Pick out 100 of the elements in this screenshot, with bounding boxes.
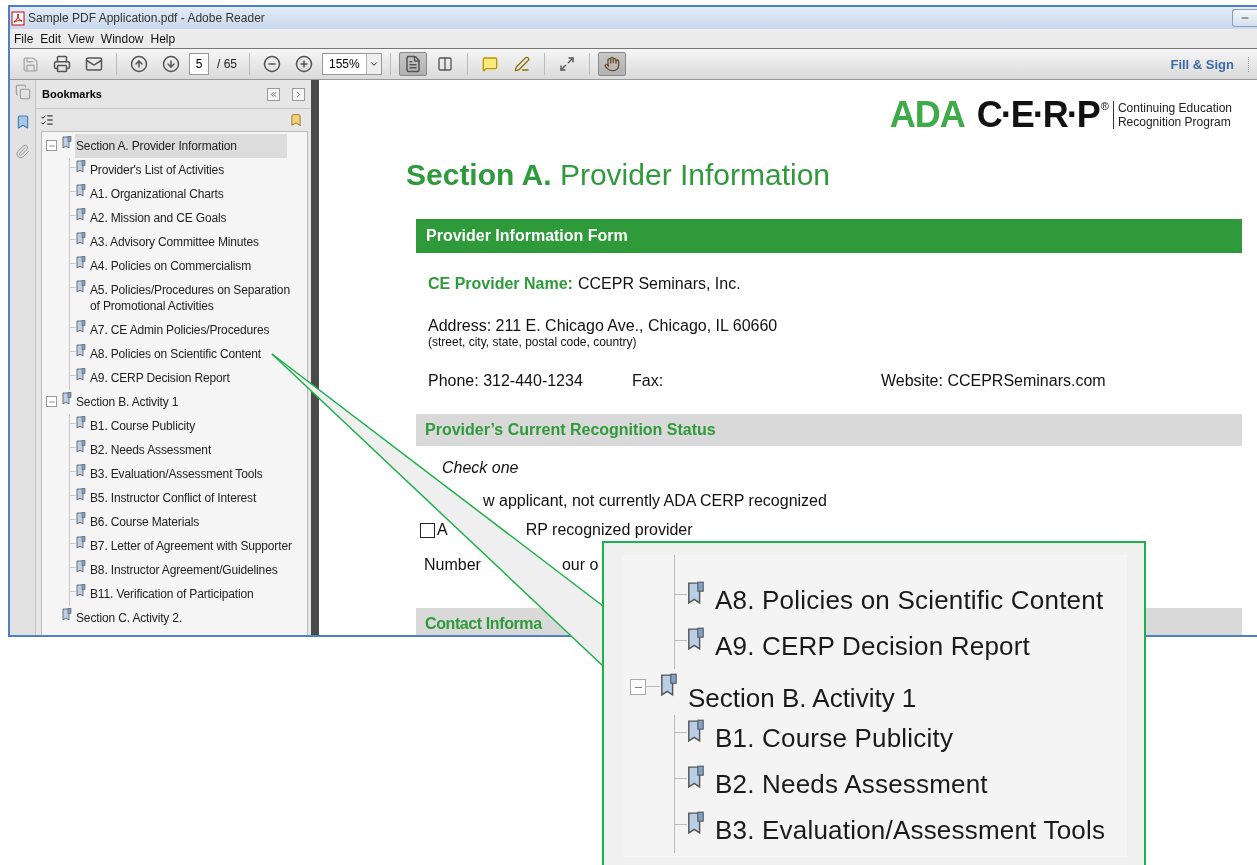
collapse-toggle[interactable] (46, 140, 57, 151)
bookmark-item[interactable]: A4. Policies on Commercialism (89, 254, 255, 278)
double-chevron-icon (269, 89, 278, 99)
page-icon (403, 55, 422, 73)
menu-item[interactable]: Window (98, 31, 149, 46)
bookmark-icon (687, 581, 705, 605)
bookmark-icon (76, 320, 86, 333)
bookmark-icon (76, 440, 86, 453)
bookmark-item[interactable]: B7. Letter of Agreement with Supporter (89, 534, 295, 558)
bookmark-item[interactable]: A1. Organizational Charts (89, 182, 227, 206)
bookmark-item[interactable]: A9. CERP Decision Report (89, 366, 233, 390)
expand-icon (558, 56, 575, 72)
bookmark-item: B1. Course Publicity (715, 723, 954, 754)
form-title-bar: Provider Information Form (416, 219, 1242, 253)
bookmark-item: Section B. Activity 1 (688, 683, 917, 714)
option-text: w applicant, not currently ADA CERP recognized (483, 492, 827, 510)
bookmark-icon (76, 488, 86, 501)
bookmark-item[interactable]: B6. Course Materials (89, 510, 203, 534)
page-number-field[interactable]: 5 (189, 53, 209, 75)
bookmark-item[interactable]: A3. Advisory Committee Minutes (89, 230, 262, 254)
bookmark-icon (76, 368, 86, 381)
bookmark-icon (76, 280, 86, 293)
expand-panel-button[interactable] (292, 87, 305, 101)
plus-icon (295, 55, 313, 73)
bookmark-icon (76, 464, 86, 477)
section-heading: Section A. Provider Information (406, 158, 832, 192)
logo-mark: ADA (889, 94, 965, 136)
arrow-up-icon (130, 55, 148, 73)
bookmark-item[interactable]: B11. Verification of Participation (89, 582, 257, 606)
bookmark-icon (660, 673, 678, 697)
logo-name: C·E·R·P (976, 94, 1099, 136)
bookmark-icon (687, 765, 705, 789)
menu-item[interactable]: View (66, 31, 99, 46)
save-icon (21, 55, 39, 73)
bookmark-item[interactable]: B2. Needs Assessment (89, 438, 215, 462)
speech-bubble-icon (481, 56, 498, 72)
arrow-down-icon (162, 55, 180, 73)
caret-icon (368, 59, 379, 69)
bookmark-item[interactable]: B5. Instructor Conflict of Interest (89, 486, 260, 510)
menu-item[interactable]: File (12, 31, 39, 46)
bookmark-icon (76, 232, 86, 245)
bookmark-icon (62, 136, 72, 149)
collapse-toggle[interactable] (46, 396, 57, 407)
instruction-text: Check one (442, 459, 520, 477)
bookmark-item[interactable]: Section A. Provider Information (75, 134, 287, 158)
zoom-dropdown[interactable]: 155% (322, 53, 382, 75)
bookmark-icon (76, 416, 86, 429)
collapse-panel-button[interactable] (267, 87, 280, 101)
minus-icon (263, 55, 281, 73)
bookmark-icon (76, 208, 86, 221)
bookmark-item[interactable]: A8. Policies on Scientific Content (89, 342, 264, 366)
bookmark-item[interactable]: Section C. Activity 2. (75, 606, 186, 630)
paperclip-icon (15, 144, 30, 159)
website-text: Website: CCEPRSeminars.com (881, 372, 1107, 390)
fax-text: Fax: (632, 372, 665, 390)
section-bar: Provider’s Current Recognition Status (416, 414, 1242, 446)
single-page-button[interactable] (398, 52, 427, 76)
bookmark-item[interactable]: Section B. Activity 1 (75, 390, 182, 414)
bookmark-icon (62, 392, 72, 405)
bookmark-icon (76, 584, 86, 597)
option-text: Number (424, 556, 481, 574)
bookmark-item[interactable]: B3. Evaluation/Assessment Tools (89, 462, 266, 486)
bookmark-icon (76, 536, 86, 549)
address-text: Address: 211 E. Chicago Ave., Chicago, IL 60660 (428, 317, 778, 335)
hand-icon (603, 56, 620, 72)
options-icon (40, 113, 54, 127)
logo-tagline: Recognition Program (1117, 115, 1232, 129)
field-label: CE Provider Name: (428, 275, 573, 293)
envelope-icon (85, 55, 103, 73)
bookmark-item[interactable]: A2. Mission and CE Goals (89, 206, 230, 230)
chevron-icon (294, 89, 303, 99)
bookmark-icon (76, 256, 86, 269)
menu-item[interactable]: Edit (38, 31, 67, 46)
hand-tool-button[interactable] (597, 52, 626, 76)
bookmark-item[interactable]: Provider's List of Activities (89, 158, 227, 182)
bookmark-icon (687, 811, 705, 835)
bookmark-item[interactable]: B8. Instructor Agreement/Guidelines (89, 558, 281, 582)
registered-mark: ® (1100, 100, 1109, 112)
checkbox[interactable] (420, 522, 435, 538)
address-hint: (street, city, state, postal code, country) (428, 335, 638, 349)
bookmark-icon (62, 608, 72, 621)
panel-title: Bookmarks (42, 88, 103, 100)
printer-icon (53, 55, 71, 73)
bookmark-icon (687, 719, 705, 743)
bookmark-icon (687, 627, 705, 651)
columns-icon (436, 56, 453, 72)
bookmark-icon (76, 560, 86, 573)
bookmark-icon (76, 184, 86, 197)
bookmark-icon (76, 512, 86, 525)
fill-sign-link[interactable]: Fill & Sign (1170, 56, 1249, 72)
menu-item[interactable]: Help (148, 31, 181, 46)
bookmark-item[interactable]: A5. Policies/Procedures on Separation of Promotional Activities (89, 278, 301, 318)
option-text: our o (561, 556, 599, 574)
bookmark-item[interactable]: A7. CE Admin Policies/Procedures (89, 318, 273, 342)
bookmark-item: B2. Needs Assessment (715, 769, 988, 800)
bookmark-item[interactable]: B1. Course Publicity (89, 414, 199, 438)
minimize-button[interactable] (1232, 9, 1257, 27)
page-count: / 65 (217, 57, 237, 71)
option-text: RP recognized provider (525, 521, 693, 539)
bookmark-item: B3. Evaluation/Assessment Tools (715, 815, 1106, 846)
